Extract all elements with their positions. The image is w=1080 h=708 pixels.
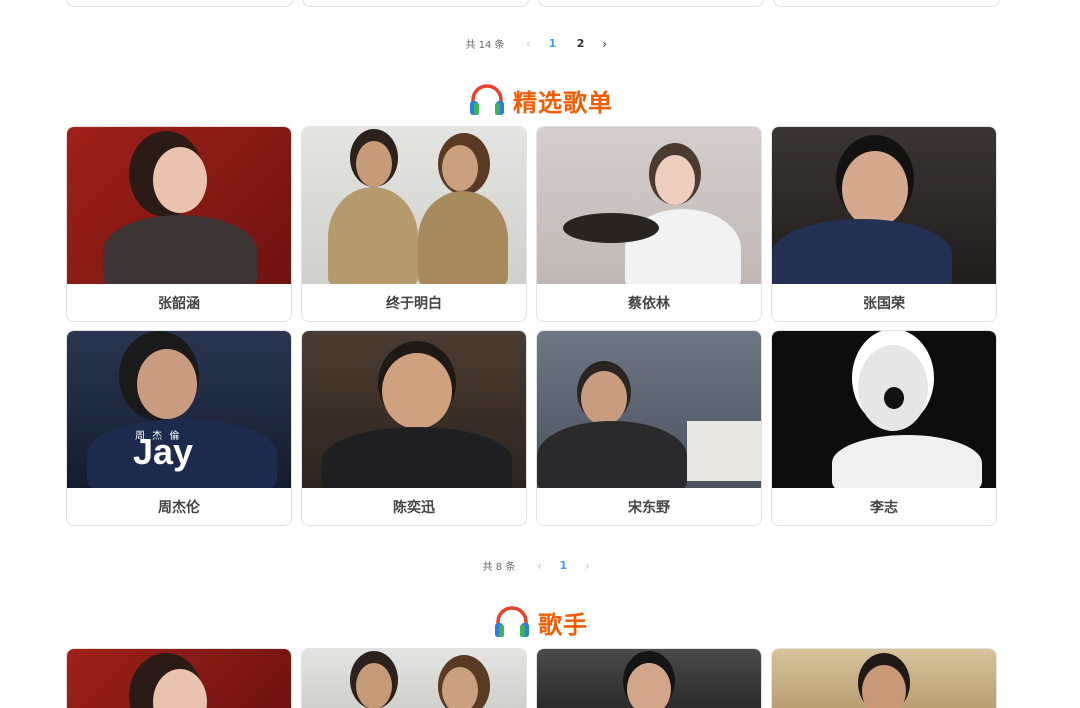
singer-card[interactable] [771,648,997,708]
pagination-total: 共 14 条 [465,40,505,51]
playlist-cover [67,127,291,284]
portrait-face [842,151,908,227]
portrait-face [356,663,392,708]
section-title: 精选歌单 [513,88,613,117]
singers-heading: 歌手 [0,604,1080,640]
playlist-name: 张国荣 [863,296,905,312]
prev-page-button[interactable]: ‹ [519,37,539,51]
playlist-card[interactable]: 周 杰 倫 Jay 周杰伦 [66,330,292,526]
pagination-top: 共 14 条 ‹ 1 2 › [0,36,1080,52]
playlists-heading: 精选歌单 [0,82,1080,118]
playlist-card[interactable]: 蔡依林 [536,126,762,322]
portrait-body [103,215,257,284]
playlist-card[interactable]: 陈奕迅 [301,330,527,526]
previous-section-cards [66,0,1000,8]
singer-card[interactable] [66,648,292,708]
page-2-button[interactable]: 2 [570,37,592,50]
playlist-cover [302,331,526,488]
singer-cover [302,649,526,708]
playlist-card[interactable]: 宋东野 [536,330,762,526]
playlist-card[interactable]: 李志 [771,330,997,526]
card-partial[interactable] [773,0,1000,7]
playlist-cover [772,127,996,284]
portrait-body [832,435,982,488]
next-page-button[interactable]: › [595,37,615,51]
portrait-body [328,187,418,284]
portrait-body [418,191,508,284]
playlist-cover [772,331,996,488]
playlist-grid: 张韶涵 终于明白 蔡依林 张国荣 周 杰 倫 Jay 周杰伦 陈奕迅 宋东野 李… [66,126,1000,526]
singer-cover [772,649,996,708]
playlist-name: 陈奕迅 [393,500,435,516]
section-title: 歌手 [538,610,588,639]
card-partial[interactable] [301,0,529,7]
headphones-icon [495,606,529,637]
playlist-name: 终于明白 [386,296,442,312]
playlist-name: 张韶涵 [158,296,200,312]
singer-card[interactable] [301,648,527,708]
portrait-body [537,421,687,488]
playlist-cover [537,127,761,284]
playlist-name: 李志 [870,500,898,516]
singer-cover [67,649,291,708]
singer-card[interactable] [536,648,762,708]
singer-grid [66,648,1000,708]
portrait-body [322,427,512,488]
portrait-face [356,141,392,187]
portrait-face [862,665,906,708]
pagination-total: 共 8 条 [482,562,516,573]
portrait-face [581,371,627,425]
playlist-name: 蔡依林 [628,296,670,312]
playlist-name: 宋东野 [628,500,670,516]
playlist-cover [302,127,526,284]
portrait-face [627,663,671,708]
playlist-cover: 周 杰 倫 Jay [67,331,291,488]
desk [687,421,761,481]
portrait-face [153,669,207,708]
plate [563,213,659,243]
portrait-face [153,147,207,213]
pagination-playlists: 共 8 条 ‹ 1 › [0,558,1080,574]
portrait-face [382,353,452,429]
portrait-face [137,349,197,419]
card-partial[interactable] [537,0,765,7]
cover-title: Jay [133,431,194,472]
playlist-cover [537,331,761,488]
page-1-button[interactable]: 1 [552,559,574,572]
portrait-face [442,667,478,708]
portrait-face [655,155,695,205]
playlist-card[interactable]: 张韶涵 [66,126,292,322]
mouth [884,387,904,409]
playlist-card[interactable]: 终于明白 [301,126,527,322]
playlist-name: 周杰伦 [158,500,200,516]
card-partial[interactable] [66,0,293,7]
page-1-button[interactable]: 1 [542,37,564,50]
portrait-face [442,145,478,191]
prev-page-button[interactable]: ‹ [529,559,549,573]
playlist-card[interactable]: 张国荣 [771,126,997,322]
next-page-button[interactable]: › [577,559,597,573]
singer-cover [537,649,761,708]
headphones-icon [470,84,504,115]
portrait-body [772,219,952,284]
